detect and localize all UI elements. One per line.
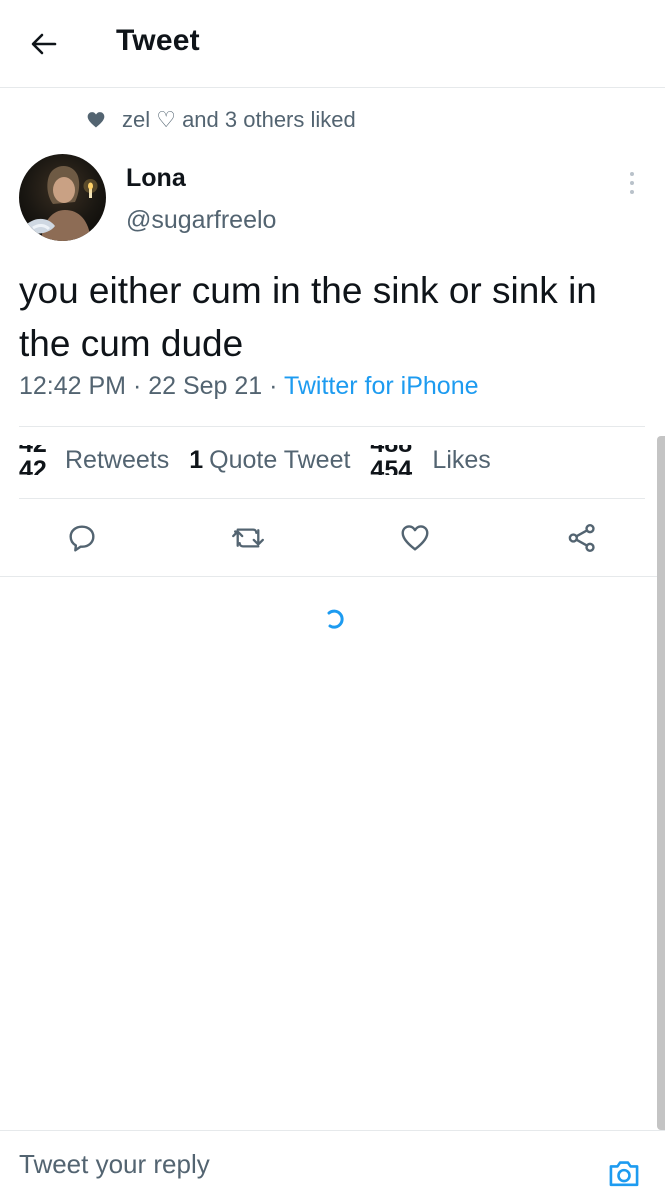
likes-label[interactable]: Likes [432,446,490,475]
tweet-source-link[interactable]: Twitter for iPhone [284,372,479,400]
camera-button[interactable] [606,1155,642,1191]
social-context-text: zel ♡ and 3 others liked [122,107,356,132]
reply-button[interactable] [62,518,102,558]
more-dot [630,181,634,185]
retweets-label[interactable]: Retweets [65,446,169,475]
more-options-button[interactable] [618,168,646,198]
more-dot [630,190,634,194]
retweet-icon [232,528,264,548]
heart-filled-icon [86,110,106,130]
quote-count[interactable]: 1 [189,446,203,475]
reply-composer [0,1130,665,1201]
tweet-timestamp: 12:42 PM · 22 Sep 21 · [19,372,284,400]
social-context: zel ♡ and 3 others liked [86,107,356,133]
action-bar [0,500,665,576]
share-button[interactable] [562,518,602,558]
loading-spinner [322,606,348,632]
quote-tweet-label[interactable]: Quote Tweet [209,446,350,475]
camera-icon [609,1161,639,1187]
author-name[interactable]: Lona [126,164,186,193]
like-count-old: 454 [370,456,413,476]
avatar[interactable] [19,154,106,241]
tweet-meta: 12:42 PM · 22 Sep 21 · Twitter for iPhon… [19,372,479,401]
reply-input[interactable] [19,1149,579,1180]
share-icon [568,524,595,552]
like-count[interactable]: 488 454 [370,445,426,475]
page-title: Tweet [116,24,200,57]
divider [19,426,645,427]
divider [0,576,665,577]
top-app-bar: Tweet [0,0,665,88]
more-dot [630,172,634,176]
divider [19,498,645,499]
author-handle[interactable]: @sugarfreelo [126,206,276,235]
retweet-button[interactable] [228,518,268,558]
heart-outline-icon [401,525,429,551]
reply-icon [69,525,95,552]
retweet-count[interactable]: 42 42 [19,445,59,475]
retweet-count-next: 42 [19,456,47,476]
tweet-text: you either cum in the sink or sink in th… [19,270,597,364]
scrollbar[interactable] [657,436,665,1130]
like-button[interactable] [395,518,435,558]
back-button[interactable] [22,22,66,66]
tweet-stats: 42 42 Retweets 1 Quote Tweet 488 454 Lik… [19,445,491,475]
arrow-left-icon [31,33,57,55]
